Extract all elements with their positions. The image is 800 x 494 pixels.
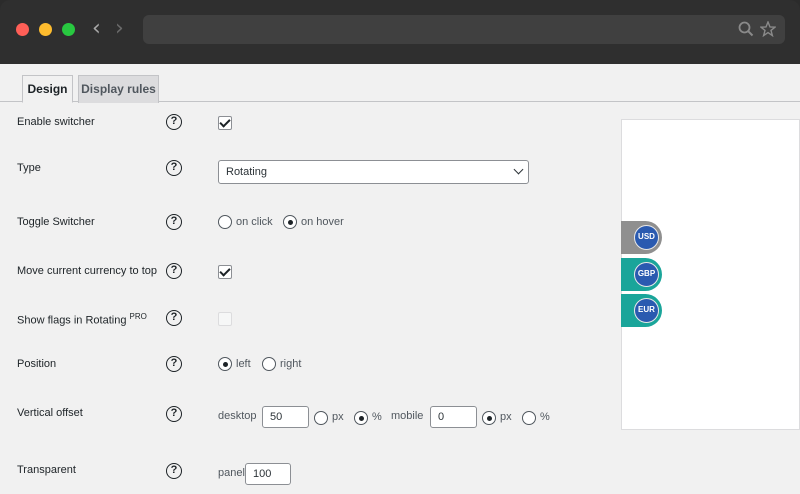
desktop-percent-label: % bbox=[372, 411, 382, 423]
move-current-checkbox[interactable] bbox=[218, 265, 232, 279]
desktop-percent-radio[interactable] bbox=[354, 411, 368, 425]
type-select[interactable]: Rotating bbox=[218, 160, 529, 184]
search-icon[interactable] bbox=[738, 21, 754, 37]
position-right-radio[interactable] bbox=[262, 357, 276, 371]
show-flags-checkbox[interactable] bbox=[218, 312, 232, 326]
help-icon[interactable]: ? bbox=[166, 406, 182, 422]
currency-tab-gbp[interactable]: GBP bbox=[621, 258, 662, 291]
close-window-button[interactable] bbox=[16, 23, 29, 36]
type-label: Type bbox=[17, 162, 41, 174]
enable-switcher-checkbox[interactable] bbox=[218, 116, 232, 130]
browser-chrome: ‹ › bbox=[0, 0, 800, 64]
toggle-on-click-radio[interactable] bbox=[218, 215, 232, 229]
vertical-offset-label: Vertical offset bbox=[17, 407, 83, 419]
currency-tab-usd[interactable]: USD bbox=[621, 221, 662, 254]
tab-display-rules[interactable]: Display rules bbox=[78, 75, 159, 103]
mobile-px-radio[interactable] bbox=[482, 411, 496, 425]
mobile-label: mobile bbox=[391, 410, 424, 422]
switcher-preview: USD GBP EUR bbox=[621, 119, 800, 430]
star-icon[interactable] bbox=[760, 21, 776, 37]
help-icon[interactable]: ? bbox=[166, 160, 182, 176]
show-flags-label: Show flags in Rotating PRO bbox=[17, 312, 147, 327]
settings-page: Design Display rules Enable switcher ? T… bbox=[0, 64, 800, 494]
help-icon[interactable]: ? bbox=[166, 356, 182, 372]
maximize-window-button[interactable] bbox=[62, 23, 75, 36]
panel-label: panel bbox=[218, 467, 245, 479]
desktop-px-label: px bbox=[332, 411, 344, 423]
enable-switcher-label: Enable switcher bbox=[17, 116, 95, 128]
mobile-percent-radio[interactable] bbox=[522, 411, 536, 425]
mobile-percent-label: % bbox=[540, 411, 550, 423]
position-left-label: left bbox=[236, 358, 251, 370]
help-icon[interactable]: ? bbox=[166, 263, 182, 279]
toggle-on-hover-label: on hover bbox=[301, 216, 344, 228]
chevron-left-icon[interactable]: ‹ bbox=[92, 18, 101, 40]
desktop-px-radio[interactable] bbox=[314, 411, 328, 425]
currency-code-usd: USD bbox=[634, 225, 659, 250]
position-left-radio[interactable] bbox=[218, 357, 232, 371]
position-label: Position bbox=[17, 358, 57, 370]
show-flags-label-text: Show flags in Rotating bbox=[17, 314, 127, 327]
type-select-value: Rotating bbox=[226, 166, 267, 178]
position-right-label: right bbox=[280, 358, 302, 370]
help-icon[interactable]: ? bbox=[166, 114, 182, 130]
desktop-label: desktop bbox=[218, 410, 257, 422]
currency-code-eur: EUR bbox=[634, 298, 659, 323]
tab-bar: Design Display rules bbox=[0, 64, 800, 103]
move-current-label: Move current currency to top bbox=[17, 265, 158, 277]
transparent-label: Transparent bbox=[17, 464, 76, 476]
help-icon[interactable]: ? bbox=[166, 310, 182, 326]
currency-tab-eur[interactable]: EUR bbox=[621, 294, 662, 327]
chevron-right-icon[interactable]: › bbox=[115, 18, 124, 40]
panel-transparency-input[interactable]: 100 bbox=[245, 463, 291, 485]
currency-code-gbp: GBP bbox=[634, 262, 659, 287]
address-bar[interactable] bbox=[143, 15, 785, 44]
help-icon[interactable]: ? bbox=[166, 214, 182, 230]
toggle-on-hover-radio[interactable] bbox=[283, 215, 297, 229]
mobile-offset-input[interactable]: 0 bbox=[430, 406, 477, 428]
mobile-px-label: px bbox=[500, 411, 512, 423]
help-icon[interactable]: ? bbox=[166, 463, 182, 479]
pro-badge: PRO bbox=[129, 312, 147, 321]
toggle-switcher-label: Toggle Switcher bbox=[17, 216, 95, 228]
toggle-on-click-label: on click bbox=[236, 216, 273, 228]
chevron-down-icon bbox=[513, 164, 524, 175]
tab-design[interactable]: Design bbox=[22, 75, 73, 103]
minimize-window-button[interactable] bbox=[39, 23, 52, 36]
desktop-offset-input[interactable]: 50 bbox=[262, 406, 309, 428]
